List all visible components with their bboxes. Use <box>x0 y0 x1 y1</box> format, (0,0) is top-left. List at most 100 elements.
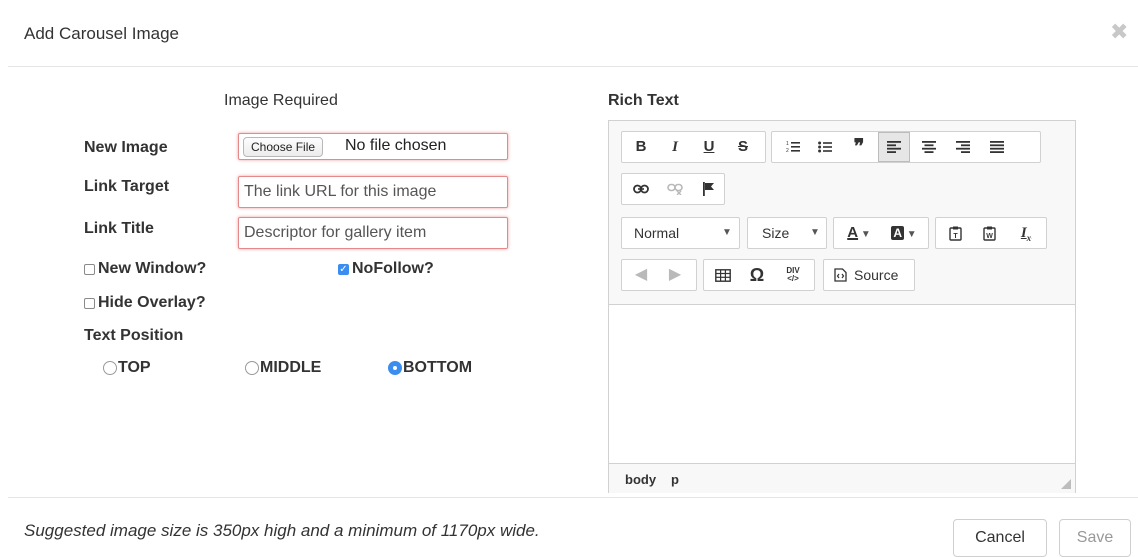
div-icon: DIV </> <box>786 266 800 284</box>
nofollow-option[interactable]: ✓ NoFollow? <box>338 260 434 278</box>
radio-top-label: TOP <box>118 359 151 376</box>
table-icon <box>715 268 731 282</box>
source-file-icon <box>834 268 847 282</box>
bold-button[interactable]: B <box>626 132 656 162</box>
paste-word-button[interactable]: W <box>974 218 1004 248</box>
links-group <box>621 173 725 205</box>
svg-text:T: T <box>953 233 958 240</box>
italic-button[interactable]: I <box>660 132 690 162</box>
bulleted-list-icon <box>818 141 832 153</box>
cancel-button[interactable]: Cancel <box>953 519 1047 557</box>
new-window-option[interactable]: New Window? <box>84 260 206 278</box>
image-size-hint: Suggested image size is 350px high and a… <box>24 521 540 540</box>
hide-overlay-checkbox[interactable] <box>84 297 95 309</box>
path-body[interactable]: body <box>625 472 656 487</box>
link-title-label: Link Title <box>84 220 154 237</box>
radio-middle[interactable] <box>245 361 259 375</box>
close-icon[interactable]: ✖ <box>1110 21 1128 43</box>
basic-styles-group: B I U S <box>621 131 766 163</box>
align-right-button[interactable] <box>948 132 978 162</box>
radio-bottom[interactable] <box>388 361 402 375</box>
radio-middle-label: MIDDLE <box>260 359 322 376</box>
text-color-button[interactable]: A ▼ <box>838 218 880 248</box>
text-color-dropdown-icon: ▼ <box>858 229 871 240</box>
link-target-label: Link Target <box>84 178 170 195</box>
nofollow-label: NoFollow? <box>352 260 434 277</box>
paste-text-icon: T <box>948 226 962 241</box>
choose-file-button[interactable]: Choose File <box>243 137 324 157</box>
new-image-label: New Image <box>84 139 168 156</box>
source-label: Source <box>854 267 899 283</box>
new-image-file-input[interactable]: Choose File No file chosen <box>238 133 508 160</box>
numbered-list-icon: 12 <box>786 141 800 154</box>
radio-bottom-option[interactable]: BOTTOM <box>388 359 472 377</box>
paragraph-group: 12 ❞ <box>771 131 1041 163</box>
insert-group: Ω DIV </> <box>703 259 815 291</box>
hide-overlay-option[interactable]: Hide Overlay? <box>84 294 206 312</box>
new-window-label: New Window? <box>98 260 207 277</box>
undo-icon[interactable]: ◀ <box>626 260 656 290</box>
align-justify-button[interactable] <box>982 132 1012 162</box>
remove-format-button[interactable]: Ix <box>1008 218 1044 248</box>
svg-text:2: 2 <box>786 148 789 154</box>
clipboard-group: T W Ix <box>935 217 1047 249</box>
div-button[interactable]: DIV </> <box>776 260 810 290</box>
history-group: ◀ ▶ <box>621 259 697 291</box>
anchor-button[interactable] <box>694 174 724 204</box>
link-target-field <box>238 176 508 208</box>
text-position-label: Text Position <box>84 327 184 344</box>
bulleted-list-button[interactable] <box>810 132 840 162</box>
radio-top-option[interactable]: TOP <box>103 359 151 377</box>
image-required-text: Image Required <box>224 92 338 109</box>
align-center-button[interactable] <box>914 132 944 162</box>
source-icon <box>834 268 847 287</box>
text-color-label: A <box>847 224 859 241</box>
path-p[interactable]: p <box>671 472 679 487</box>
link-icon <box>633 184 649 194</box>
underline-button[interactable]: U <box>694 132 724 162</box>
align-justify-icon <box>990 141 1004 154</box>
colors-group: A ▼ A ▼ <box>833 217 929 249</box>
background-color-label: A <box>891 226 904 240</box>
numbered-list-button[interactable]: 12 <box>778 132 808 162</box>
format-dropdown-icon: ▼ <box>722 227 732 238</box>
special-char-button[interactable]: Ω <box>742 260 772 290</box>
paste-text-button[interactable]: T <box>940 218 970 248</box>
strikethrough-button[interactable]: S <box>728 132 758 162</box>
editor-status-bar: body p <box>609 463 1075 493</box>
table-button[interactable] <box>708 260 738 290</box>
new-window-checkbox[interactable] <box>84 263 95 275</box>
link-target-input[interactable] <box>239 177 507 207</box>
header-divider <box>8 66 1138 67</box>
redo-icon[interactable]: ▶ <box>660 260 690 290</box>
link-button[interactable] <box>626 174 656 204</box>
editor-content-area[interactable] <box>609 305 1075 463</box>
source-button[interactable]: Source <box>823 259 915 291</box>
size-combo[interactable]: Size ▼ <box>747 217 827 249</box>
svg-text:1: 1 <box>786 141 789 147</box>
modal-title: Add Carousel Image <box>24 24 179 43</box>
radio-top[interactable] <box>103 361 117 375</box>
background-color-button[interactable]: A ▼ <box>882 218 926 248</box>
radio-bottom-label: BOTTOM <box>403 359 473 376</box>
editor-toolbar: B I U S 12 ❞ Normal ▼ Size ▼ A ▼ A ▼ T W… <box>609 121 1075 305</box>
nofollow-checkbox[interactable]: ✓ <box>338 263 349 275</box>
blockquote-icon[interactable]: ❞ <box>844 132 874 162</box>
unlink-icon <box>667 183 683 196</box>
resize-handle-icon[interactable] <box>1061 479 1071 489</box>
radio-middle-option[interactable]: MIDDLE <box>245 359 321 377</box>
file-status-text: No file chosen <box>345 137 447 154</box>
unlink-button[interactable] <box>660 174 690 204</box>
flag-icon <box>703 182 714 197</box>
div-label: DIV <box>786 266 800 276</box>
paste-word-icon: W <box>982 226 996 241</box>
align-left-icon <box>887 141 901 154</box>
link-title-input[interactable] <box>239 218 507 248</box>
size-combo-label: Size <box>762 225 790 241</box>
remove-format-icon: x <box>1026 233 1032 243</box>
format-combo-label: Normal <box>634 225 680 241</box>
save-button[interactable]: Save <box>1059 519 1131 557</box>
format-combo[interactable]: Normal ▼ <box>621 217 740 249</box>
align-left-button[interactable] <box>878 132 910 162</box>
size-dropdown-icon: ▼ <box>810 227 820 238</box>
